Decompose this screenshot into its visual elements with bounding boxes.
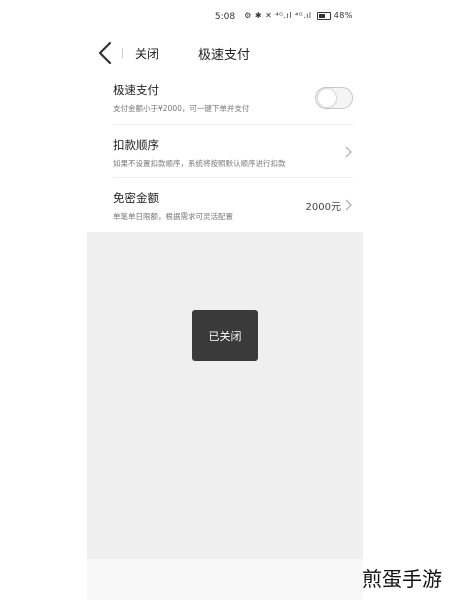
battery-icon [316,11,331,20]
free-amount-description: 单笔单日限额，根据需求可灵活配置 [113,212,233,221]
bottom-bar [87,559,363,600]
back-button[interactable] [95,40,117,66]
fast-pay-toggle[interactable] [315,87,353,109]
header: 关闭 极速支付 [87,36,363,70]
free-amount-row[interactable]: 免密金额 单笔单日限额，根据需求可灵活配置 2000元 [87,178,363,232]
content-background: 已关闭 [87,232,363,559]
chevron-left-icon [98,41,112,65]
toast-message: 已关闭 [192,310,258,361]
fast-pay-row: 极速支付 支付金额小于¥2000，可一键下单并支付 [87,70,363,125]
chevron-right-icon [345,146,352,158]
signal-icons: ⚙ ✱ ✕ ⁴ᴳ.ıl ⁴ᴳ.ıl [244,11,312,20]
free-amount-label: 免密金额 [113,191,159,205]
page-title: 极速支付 [198,48,251,63]
chevron-right-icon [345,199,352,211]
toggle-knob [318,89,336,107]
watermark: 煎蛋手游 [362,567,442,591]
header-divider [122,48,123,58]
deduction-order-row[interactable]: 扣款顺序 如果不设置扣款顺序，系统将按照默认顺序进行扣款 [87,125,363,178]
free-amount-value: 2000元 [305,202,341,213]
phone-screen: 5:08 ⚙ ✱ ✕ ⁴ᴳ.ıl ⁴ᴳ.ıl 48% 关闭 极速支付 极速支付 … [87,0,363,600]
fast-pay-description: 支付金额小于¥2000，可一键下单并支付 [113,104,250,113]
battery-percent: 48% [333,11,353,20]
deduction-order-label: 扣款顺序 [113,138,159,152]
close-button[interactable]: 关闭 [135,45,159,62]
deduction-order-description: 如果不设置扣款顺序，系统将按照默认顺序进行扣款 [113,159,286,168]
status-icons: ⚙ ✱ ✕ ⁴ᴳ.ıl ⁴ᴳ.ıl 48% [244,11,353,20]
fast-pay-label: 极速支付 [113,83,159,97]
status-bar: 5:08 ⚙ ✱ ✕ ⁴ᴳ.ıl ⁴ᴳ.ıl 48% [87,0,363,36]
